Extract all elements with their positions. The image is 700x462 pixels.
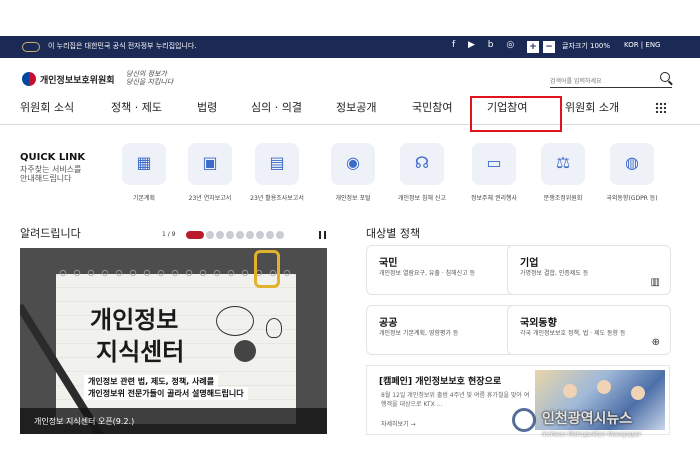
policy-card-citizen[interactable]: 국민 개인정보 열람요구, 유출 · 침해신고 등 ♙ [366, 245, 530, 295]
person-icon [234, 340, 256, 362]
quicklink-label: 국외동향(GDPR 등) [606, 195, 658, 202]
quicklink-label: 정보주체 권리행사 [470, 195, 518, 202]
nav-commission-news[interactable]: 위원회 소식 [20, 99, 74, 115]
document-icon: ▤ [269, 153, 285, 172]
quicklink-label: 23년 연차보고서 [188, 195, 232, 202]
quicklink-title: QUICK LINK [20, 152, 86, 163]
slogan: 당신의 정보가 당신을 지킵니다 [126, 70, 174, 86]
quicklink-label: 개인정보 침해 신고 [398, 195, 446, 202]
quicklink-label: 기본계획 [132, 195, 156, 202]
building-icon: ▥ [650, 277, 660, 288]
slide-dot[interactable] [256, 231, 264, 239]
quicklink-subtitle: 자주찾는 서비스를 안내해드립니다 [20, 165, 82, 183]
sns-links[interactable]: f ▶ b ◎ [452, 40, 519, 50]
lightbulb-icon [266, 318, 282, 338]
policy-card-overseas[interactable]: 국외동향 각국 개인정보보호 정책, 법 · 제도 동향 등 ⊕ [507, 305, 671, 355]
policy-card-desc: 각국 개인정보보호 정책, 법 · 제도 동향 등 [520, 330, 626, 337]
nav-about[interactable]: 위원회 소개 [565, 99, 619, 115]
slide-dot[interactable] [236, 231, 244, 239]
quicklink-survey-report[interactable]: ▤ 23년 활용조사보고서 [245, 143, 309, 202]
quicklink-label: 23년 활용조사보고서 [250, 195, 304, 202]
policy-card-desc: 가명정보 결합, 인증제도 등 [520, 270, 589, 277]
quicklink-data-subject-rights[interactable]: ▭ 정보주체 권리행사 [462, 143, 526, 202]
nav-deliberation[interactable]: 심의 · 의결 [251, 99, 302, 115]
policy-section-title: 대상별 정책 [366, 227, 421, 240]
nav-law[interactable]: 법령 [197, 99, 217, 115]
nav-policy[interactable]: 정책 · 제도 [111, 99, 162, 115]
zoom-in-button[interactable]: + [527, 41, 539, 53]
photo-person [563, 384, 577, 398]
campaign-more-link[interactable]: 자세히보기 → [381, 419, 416, 428]
taegeuk-logo-icon[interactable] [22, 72, 36, 86]
gov-notice-text[interactable]: 이 누리집은 대한민국 공식 전자정부 누리집입니다. [48, 41, 197, 51]
banner-heading-line2: 지식센터 [96, 338, 185, 366]
quicklink-basic-plan[interactable]: ▦ 기본계획 [112, 143, 176, 202]
policy-card-title: 국외동향 [520, 318, 557, 329]
slide-dot[interactable] [216, 231, 224, 239]
thought-bubble-icon [216, 306, 254, 336]
quicklink-overseas-trends[interactable]: ◍ 국외동향(GDPR 등) [600, 143, 664, 202]
policy-card-business[interactable]: 기업 가명정보 결합, 인증제도 등 ▥ [507, 245, 671, 295]
globe-icon: ◍ [625, 153, 639, 172]
policy-card-desc: 개인정보 기본계획, 영향평가 등 [379, 330, 459, 337]
quicklink-mediation[interactable]: ⚖ 분쟁조정위원회 [531, 143, 595, 202]
newspaper-watermark: 인천광역시뉴스 Incheon Metropolitan Newspaper [506, 406, 700, 462]
all-menu-icon[interactable] [655, 102, 666, 113]
portal-icon: ◉ [346, 153, 360, 172]
quicklink-label: 분쟁조정위원회 [543, 195, 583, 202]
gov-symbol-icon [22, 42, 40, 52]
watermark-korean: 인천광역시뉴스 [542, 411, 633, 427]
mediation-icon: ⚖ [555, 153, 571, 172]
quicklink-label: 개인정보 포털 [335, 195, 371, 202]
pause-icon[interactable] [319, 231, 326, 239]
slide-dot[interactable] [276, 231, 284, 239]
search-icon[interactable] [660, 72, 670, 82]
slide-dot[interactable] [186, 231, 204, 239]
nav-public-participation[interactable]: 국민참여 [412, 99, 452, 115]
language-switch[interactable]: KOR | ENG [624, 41, 660, 49]
headset-icon: ☊ [414, 153, 430, 172]
font-size-label: 글자크기 100% [562, 42, 610, 50]
main-nav: 위원회 소식 정책 · 제도 법령 심의 · 의결 정보공개 국민참여 기업참여… [0, 95, 700, 125]
slide-dot[interactable] [266, 231, 274, 239]
quicklink-annual-report[interactable]: ▣ 23년 연차보고서 [178, 143, 242, 202]
policy-card-desc: 개인정보 열람요구, 유출 · 침해신고 등 [379, 270, 476, 277]
slide-dot[interactable] [226, 231, 234, 239]
photo-person [631, 386, 645, 400]
binder-clip-icon [254, 250, 280, 288]
highlight-box [470, 96, 562, 132]
policy-card-public[interactable]: 공공 개인정보 기본계획, 영향평가 등 ⌂ [366, 305, 530, 355]
zoom-out-button[interactable]: − [543, 41, 555, 53]
search-box [550, 68, 672, 88]
quicklink-infringement-report[interactable]: ☊ 개인정보 침해 신고 [390, 143, 454, 202]
nav-disclosure[interactable]: 정보공개 [336, 99, 376, 115]
banner-caption: 개인정보 지식센터 오픈(9.2.) [20, 408, 327, 434]
watermark-english: Incheon Metropolitan Newspaper [542, 431, 642, 438]
globe-icon: ⊕ [651, 337, 660, 348]
campaign-title: [캠페인] 개인정보보호 현장으로 [379, 377, 502, 387]
policy-card-title: 공공 [379, 318, 398, 329]
slide-dot[interactable] [206, 231, 214, 239]
id-card-icon: ▭ [486, 153, 502, 172]
site-logo[interactable]: 개인정보보호위원회 [40, 73, 115, 86]
gov-banner-bar: 이 누리집은 대한민국 공식 전자정부 누리집입니다. f ▶ b ◎ + − … [0, 36, 700, 58]
slide-indicators [186, 231, 286, 241]
calendar-icon: ▦ [136, 153, 152, 172]
banner-desc-line2: 개인정보위 전문가들이 골라서 설명해드립니다 [84, 387, 248, 400]
slide-pager: 1 / 9 [162, 231, 176, 238]
notice-section-title: 알려드립니다 [20, 227, 81, 240]
banner-heading-line1: 개인정보 [90, 306, 179, 334]
photo-person [597, 380, 611, 394]
policy-card-title: 기업 [520, 258, 539, 269]
policy-card-title: 국민 [379, 258, 398, 269]
report-icon: ▣ [202, 153, 218, 172]
search-input[interactable] [550, 72, 650, 85]
quicklink-privacy-portal[interactable]: ◉ 개인정보 포털 [321, 143, 385, 202]
slide-dot[interactable] [246, 231, 254, 239]
notice-banner[interactable]: 개인정보 지식센터 개인정보 관련 법, 제도, 정책, 사례를 개인정보위 전… [20, 248, 327, 434]
newspaper-logo-icon [512, 408, 536, 432]
